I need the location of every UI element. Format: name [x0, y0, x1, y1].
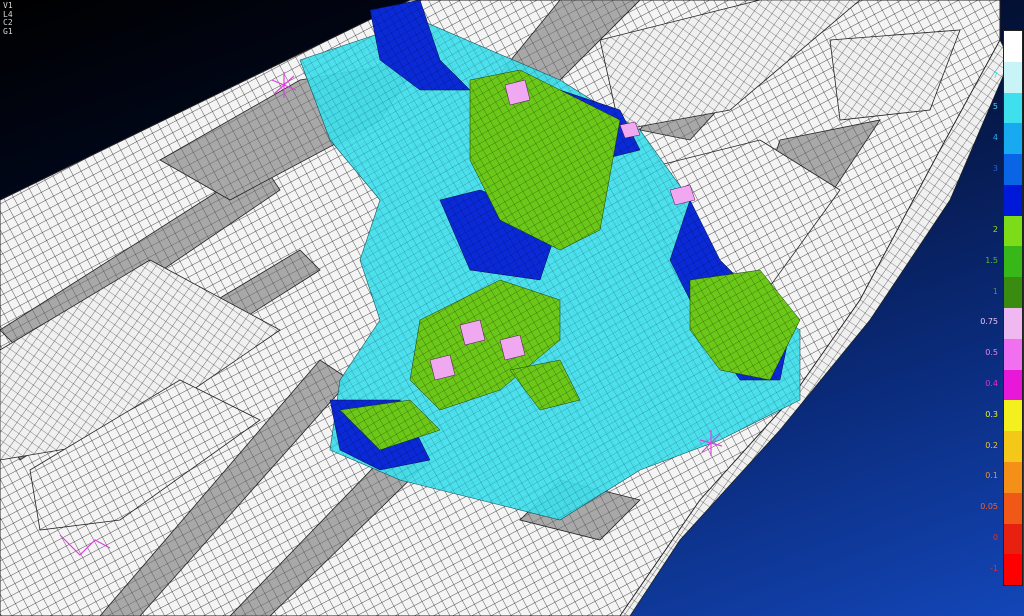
- legend-label: -1: [990, 563, 998, 573]
- legend-label: 1: [992, 286, 998, 296]
- legend-band: [1004, 308, 1022, 339]
- legend-label: 4: [992, 132, 998, 142]
- group-label: G1: [3, 26, 13, 36]
- legend-label: 0.3: [985, 409, 998, 419]
- legend-band: [1004, 523, 1022, 555]
- legend-label: 7: [992, 71, 998, 81]
- contour-legend-bar: [1003, 30, 1023, 586]
- legend-label: 0.1: [985, 471, 998, 481]
- legend-label: 2: [992, 225, 998, 235]
- legend-band: [1004, 184, 1022, 216]
- legend-band: [1004, 554, 1022, 586]
- legend-label: 5: [992, 101, 998, 111]
- legend-band: [1004, 400, 1022, 432]
- legend-band: [1004, 369, 1022, 401]
- legend-band: [1004, 61, 1022, 93]
- fe-mesh-model[interactable]: [0, 0, 1024, 616]
- legend-band: [1004, 338, 1022, 370]
- legend-label: 0.05: [980, 502, 998, 512]
- legend-band: [1004, 277, 1022, 309]
- legend-band: [1004, 246, 1022, 278]
- legend-band: [1004, 92, 1022, 124]
- legend-label: 0.4: [985, 378, 998, 388]
- legend-band: [1004, 431, 1022, 462]
- legend-label: 0.2: [985, 440, 998, 450]
- legend-label: 3: [992, 163, 998, 173]
- legend-band: [1004, 461, 1022, 493]
- legend-label: 0: [992, 532, 998, 542]
- legend-band: [1004, 492, 1022, 524]
- legend-band: [1004, 31, 1022, 62]
- legend-label: 0.75: [980, 317, 998, 327]
- view-info-labels: V1 L4 C2 G1: [3, 1, 13, 36]
- legend-band: [1004, 154, 1022, 185]
- legend-band: [1004, 123, 1022, 155]
- legend-band: [1004, 215, 1022, 247]
- model-viewport[interactable]: V1 L4 C2 G1 7 5 4 3 2 1.5 1 0.75 0.5 0.4 0.3 0.2 0.1…: [0, 0, 1024, 616]
- legend-label: 1.5: [985, 255, 998, 265]
- legend-label: 0.5: [985, 348, 998, 358]
